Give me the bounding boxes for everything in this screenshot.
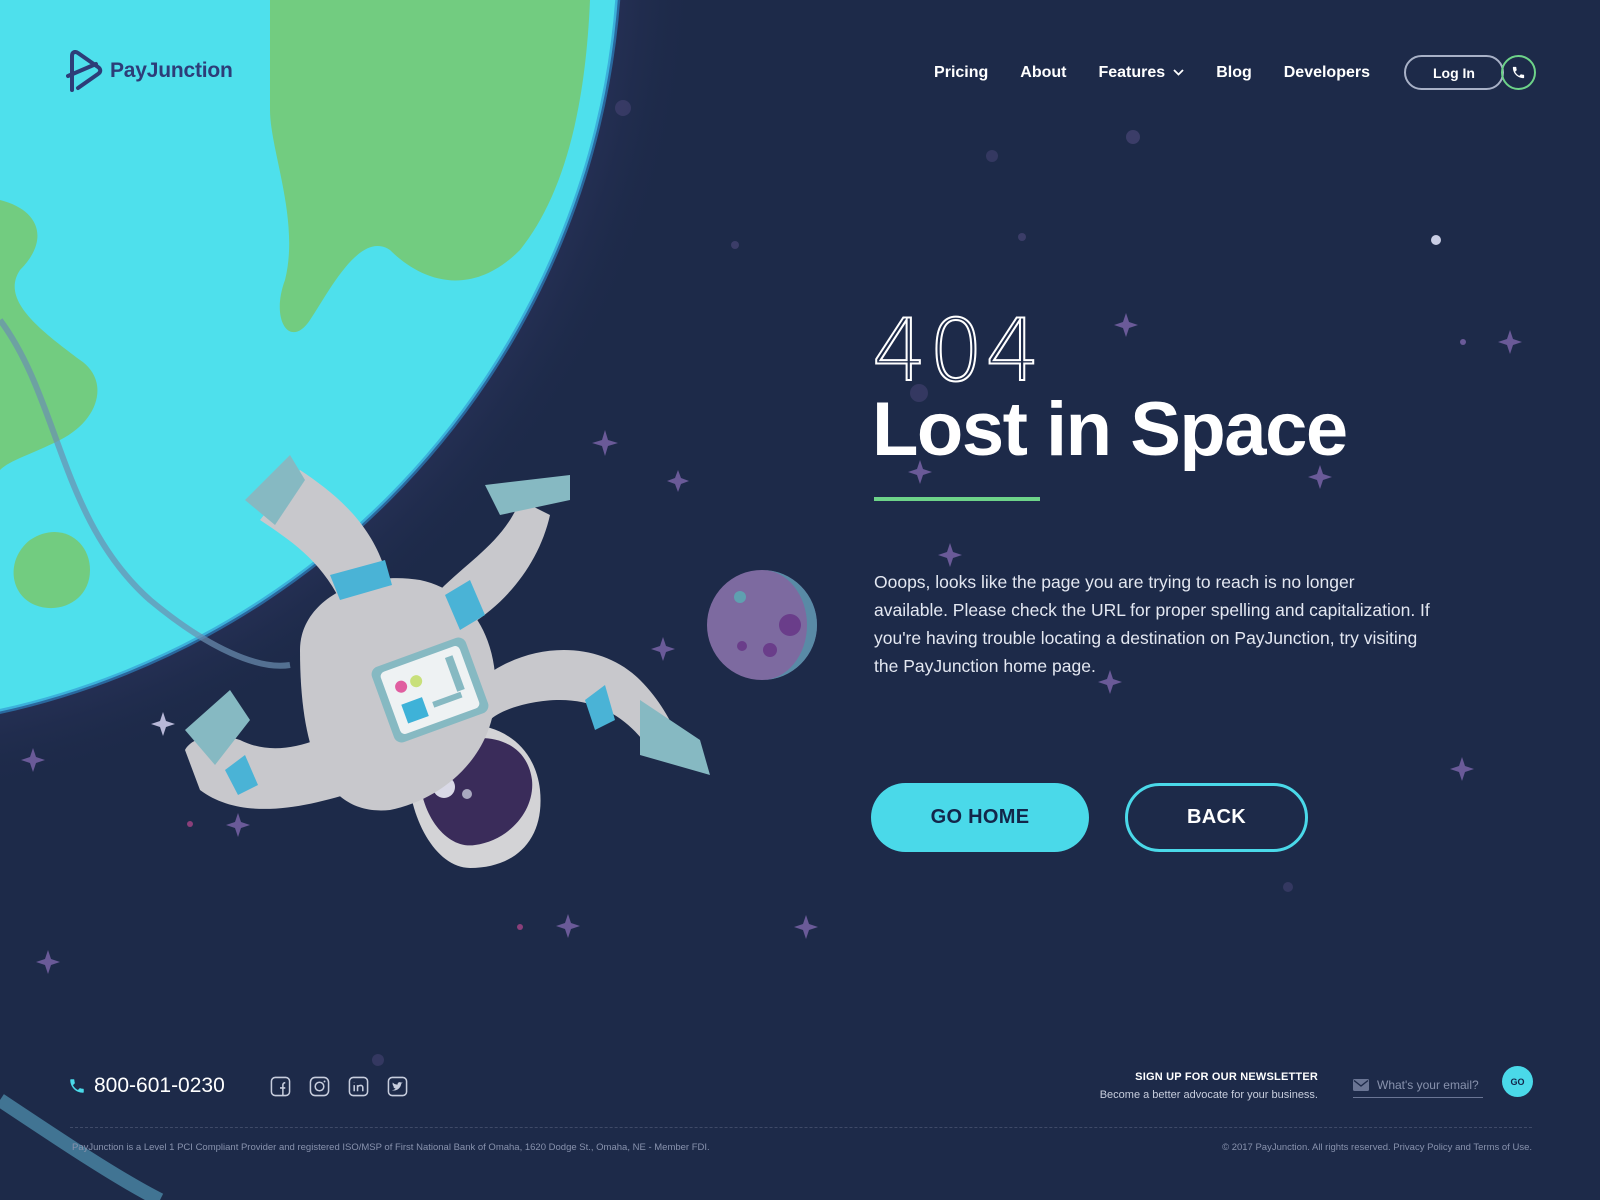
back-button[interactable]: BACK bbox=[1125, 783, 1308, 852]
moon bbox=[707, 570, 817, 680]
login-button[interactable]: Log In bbox=[1404, 55, 1504, 90]
error-message: Ooops, looks like the page you are tryin… bbox=[874, 572, 1430, 676]
privacy-policy-link[interactable]: Privacy Policy bbox=[1393, 1142, 1452, 1153]
nav-item-pricing[interactable]: Pricing bbox=[934, 64, 988, 82]
email-field-wrapper bbox=[1353, 1072, 1483, 1098]
footer-phone[interactable]: 800-601-0230 bbox=[68, 1074, 225, 1098]
newsletter-title: SIGN UP FOR OUR NEWSLETTER bbox=[1135, 1071, 1318, 1083]
facebook-icon[interactable] bbox=[270, 1076, 291, 1097]
title-underline bbox=[874, 497, 1040, 501]
main-nav: Pricing About Features Blog Developers L… bbox=[934, 55, 1504, 90]
newsletter-go-button[interactable]: GO bbox=[1502, 1066, 1533, 1097]
linkedin-icon[interactable] bbox=[348, 1076, 369, 1097]
copyright: © 2017 PayJunction. All rights reserved.… bbox=[1222, 1142, 1532, 1153]
nav-item-label: Pricing bbox=[934, 63, 989, 81]
payjunction-logo-icon bbox=[66, 50, 103, 92]
nav-item-features[interactable]: Features bbox=[1098, 64, 1184, 82]
mail-icon bbox=[1353, 1078, 1369, 1091]
email-input[interactable] bbox=[1377, 1077, 1481, 1092]
brand-name: PayJunction bbox=[110, 59, 233, 82]
brand-logo[interactable]: PayJunction bbox=[66, 50, 233, 92]
page-title: Lost in Space bbox=[872, 387, 1348, 472]
phone-button[interactable] bbox=[1501, 55, 1536, 90]
twitter-icon[interactable] bbox=[387, 1076, 408, 1097]
newsletter-subtitle: Become a better advocate for your busine… bbox=[1099, 1089, 1318, 1101]
phone-icon bbox=[70, 1079, 84, 1093]
legal-disclaimer: PayJunction is a Level 1 PCI Compliant P… bbox=[72, 1142, 710, 1153]
and-text: and bbox=[1455, 1142, 1471, 1153]
footer-phone-number: 800-601-0230 bbox=[94, 1074, 225, 1097]
nav-item-about[interactable]: About bbox=[1020, 64, 1066, 82]
error-code: 404 bbox=[871, 301, 1043, 401]
social-links bbox=[270, 1076, 408, 1097]
phone-icon bbox=[1512, 66, 1525, 79]
copyright-text: © 2017 PayJunction. All rights reserved. bbox=[1222, 1142, 1391, 1153]
nav-item-label: Features bbox=[1098, 63, 1166, 81]
nav-item-developers[interactable]: Developers bbox=[1284, 64, 1370, 82]
nav-item-blog[interactable]: Blog bbox=[1216, 64, 1252, 82]
go-home-button[interactable]: GO HOME bbox=[871, 783, 1089, 852]
nav-item-label: About bbox=[1020, 63, 1067, 81]
chevron-down-icon bbox=[1173, 69, 1184, 76]
nav-item-label: Blog bbox=[1216, 63, 1252, 81]
terms-of-use-link[interactable]: Terms of Use. bbox=[1473, 1142, 1532, 1153]
instagram-icon[interactable] bbox=[309, 1076, 330, 1097]
nav-item-label: Developers bbox=[1283, 63, 1370, 81]
footer-divider bbox=[70, 1127, 1532, 1128]
newsletter-signup: SIGN UP FOR OUR NEWSLETTER Become a bett… bbox=[1100, 1071, 1318, 1101]
